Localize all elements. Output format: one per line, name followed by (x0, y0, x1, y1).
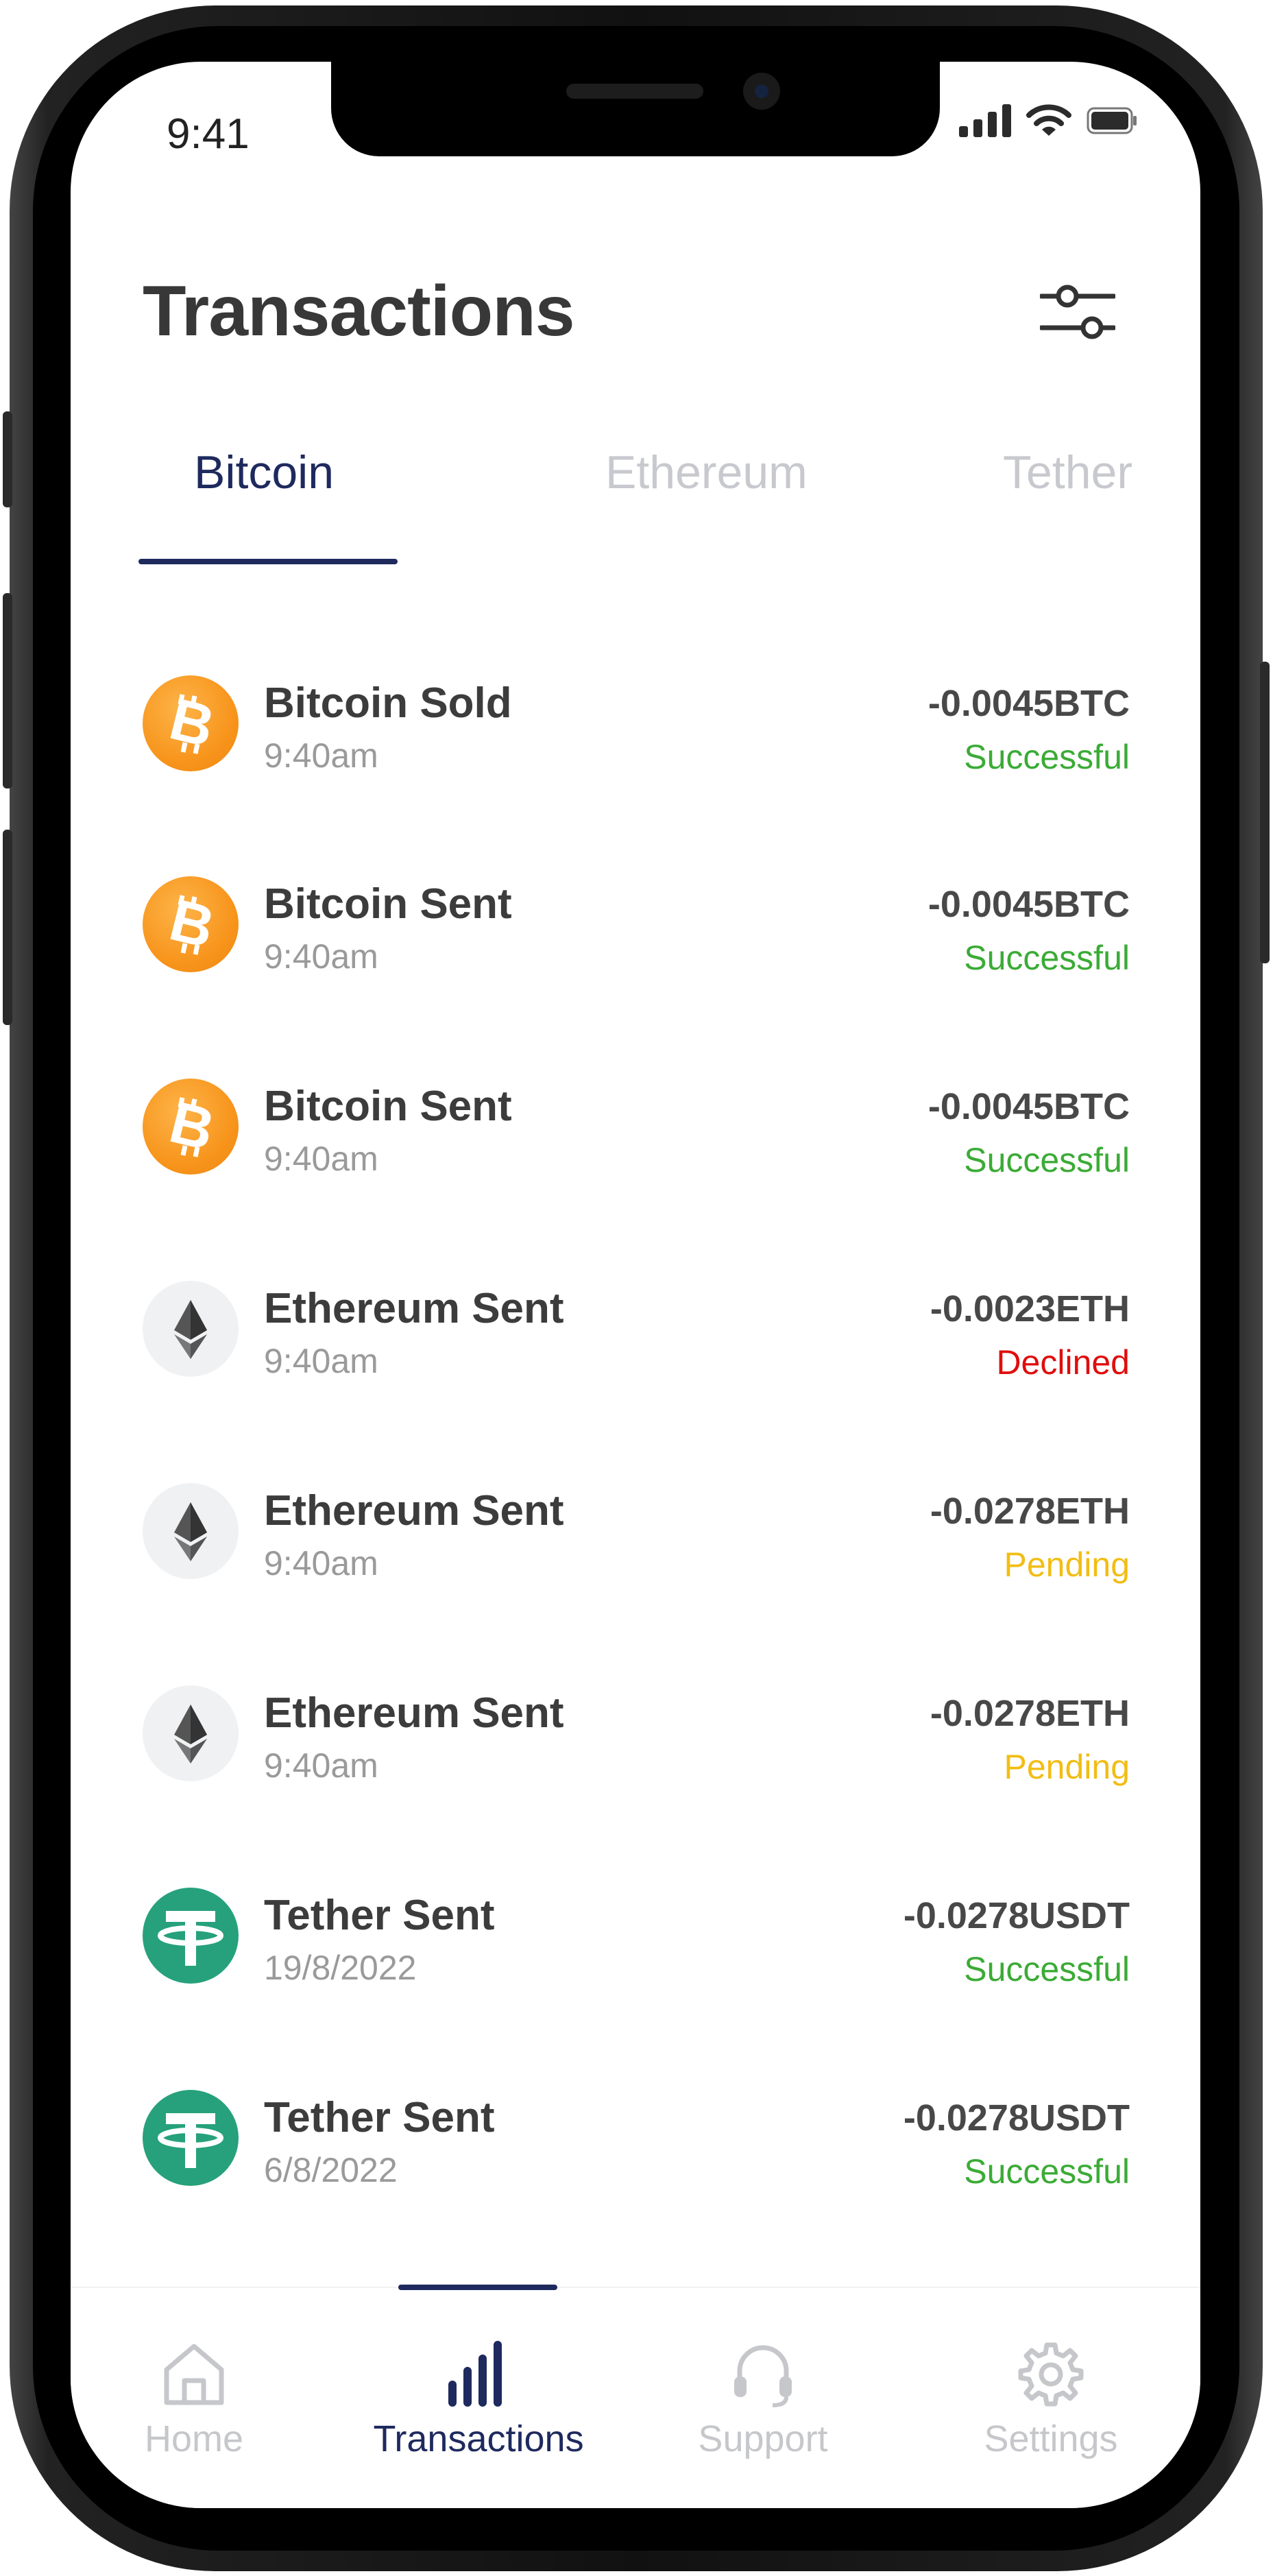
side-button-power (1260, 662, 1270, 963)
nav-settings-label: Settings (984, 2418, 1118, 2459)
page-title: Transactions (143, 272, 575, 351)
transaction-status: Successful (964, 2152, 1130, 2191)
transaction-status: Successful (964, 1141, 1130, 1179)
transaction-time: 6/8/2022 (264, 2151, 398, 2189)
bitcoin-icon: B (143, 876, 239, 972)
filter-button[interactable] (1039, 281, 1117, 343)
transaction-amount: -0.0045BTC (928, 884, 1130, 925)
transaction-title: Ethereum Sent (264, 1285, 564, 1332)
transaction-row[interactable]: Ethereum Sent 9:40am -0.0023ETH Declined (143, 1281, 1130, 1418)
transaction-title: Ethereum Sent (264, 1487, 564, 1534)
transaction-time: 9:40am (264, 1746, 378, 1785)
cellular-signal-icon (959, 104, 1011, 137)
nav-support[interactable]: Support (640, 2339, 886, 2477)
home-icon (164, 2344, 224, 2405)
transaction-status: Declined (996, 1343, 1130, 1382)
transaction-time: 19/8/2022 (264, 1949, 417, 1987)
ethereum-icon (143, 1281, 239, 1377)
nav-home-label: Home (144, 2418, 244, 2459)
ethereum-icon (143, 1685, 239, 1781)
tab-bitcoin[interactable]: Bitcoin (194, 446, 334, 499)
notch (331, 62, 940, 156)
nav-transactions-label: Transactions (373, 2418, 584, 2459)
bitcoin-icon: B (143, 675, 239, 771)
transaction-title: Ethereum Sent (264, 1689, 564, 1737)
bar-chart-icon (448, 2341, 502, 2407)
active-tab-indicator (138, 559, 398, 564)
transaction-status: Pending (1004, 1545, 1130, 1584)
transaction-title: Tether Sent (264, 1892, 495, 1939)
speaker-grille (566, 84, 703, 99)
transaction-row[interactable]: B Bitcoin Sent 9:40am -0.0045BTC Success… (143, 1079, 1130, 1216)
transaction-amount: -0.0278ETH (930, 1491, 1130, 1532)
nav-settings[interactable]: Settings (928, 2339, 1174, 2477)
side-button-volume-down (3, 830, 12, 1025)
nav-support-label: Support (698, 2418, 828, 2459)
screen: 9:41 Transactions Bitcoin Ethereum Tethe… (71, 62, 1200, 2508)
transaction-title: Bitcoin Sent (264, 880, 512, 928)
transaction-title: Bitcoin Sold (264, 679, 512, 727)
transaction-amount: -0.0045BTC (928, 683, 1130, 724)
side-button-action (3, 411, 12, 507)
transaction-row[interactable]: Ethereum Sent 9:40am -0.0278ETH Pending (143, 1685, 1130, 1822)
transaction-row[interactable]: Ethereum Sent 9:40am -0.0278ETH Pending (143, 1483, 1130, 1620)
transaction-amount: -0.0045BTC (928, 1086, 1130, 1127)
bitcoin-icon: B (143, 1079, 239, 1175)
transaction-time: 9:40am (264, 1140, 378, 1178)
transaction-time: 9:40am (264, 736, 378, 775)
wifi-icon (1026, 104, 1071, 136)
transaction-amount: -0.0278USDT (903, 2097, 1130, 2139)
tab-tether[interactable]: Tether (1003, 446, 1132, 499)
tether-icon (143, 1888, 239, 1984)
transaction-row[interactable]: Tether Sent 6/8/2022 -0.0278USDT Success… (143, 2090, 1130, 2227)
transaction-amount: -0.0278USDT (903, 1895, 1130, 1936)
transaction-time: 9:40am (264, 937, 378, 976)
battery-icon (1087, 107, 1137, 134)
status-time: 9:41 (167, 110, 250, 158)
status-icons (959, 104, 1137, 137)
transaction-row[interactable]: Tether Sent 19/8/2022 -0.0278USDT Succes… (143, 1888, 1130, 2025)
transaction-status: Successful (964, 738, 1130, 776)
transaction-row[interactable]: B Bitcoin Sold 9:40am -0.0045BTC Success… (143, 675, 1130, 812)
headset-icon (734, 2345, 792, 2407)
transaction-title: Bitcoin Sent (264, 1083, 512, 1130)
transaction-status: Successful (964, 939, 1130, 977)
sliders-icon (1039, 285, 1117, 339)
active-nav-indicator (398, 2285, 557, 2290)
transaction-time: 9:40am (264, 1544, 378, 1582)
transaction-time: 9:40am (264, 1342, 378, 1380)
tab-ethereum[interactable]: Ethereum (605, 446, 808, 499)
transaction-row[interactable]: B Bitcoin Sent 9:40am -0.0045BTC Success… (143, 876, 1130, 1013)
transaction-status: Successful (964, 1950, 1130, 1988)
coin-tabs: Bitcoin Ethereum Tether (138, 446, 1143, 564)
front-camera (743, 73, 780, 110)
transaction-amount: -0.0023ETH (930, 1288, 1130, 1329)
ethereum-icon (143, 1483, 239, 1579)
side-button-volume-up (3, 593, 12, 789)
nav-home[interactable]: Home (71, 2339, 317, 2477)
transaction-status: Pending (1004, 1748, 1130, 1786)
bottom-nav: Home Transactions Support Settings (71, 2285, 1200, 2508)
nav-transactions[interactable]: Transactions (355, 2339, 602, 2477)
tether-icon (143, 2090, 239, 2186)
gear-icon (1018, 2342, 1084, 2407)
transaction-title: Tether Sent (264, 2094, 495, 2141)
transaction-amount: -0.0278ETH (930, 1693, 1130, 1734)
